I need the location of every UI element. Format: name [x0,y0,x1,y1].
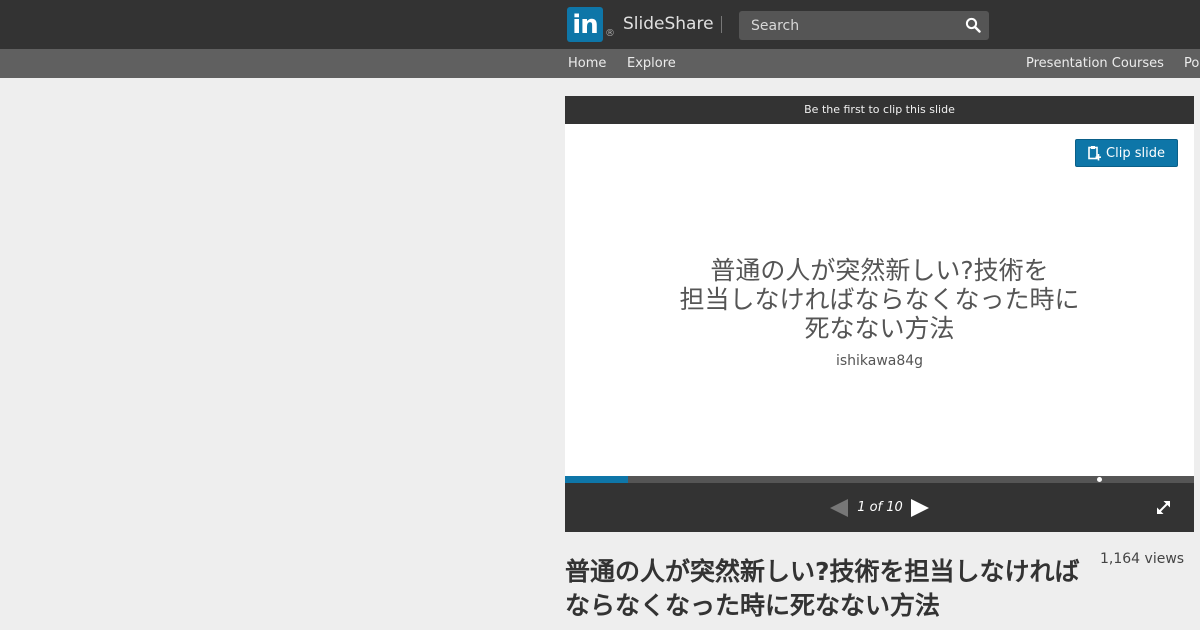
brand-divider [721,16,722,33]
progress-marker[interactable] [1097,477,1102,482]
clip-icon [1088,145,1102,160]
slide-author: ishikawa84g [835,353,924,369]
clip-banner: Be the first to clip this slide [565,96,1194,124]
player-controls: 1 of 10 [565,483,1194,532]
search-icon[interactable] [965,17,981,33]
brand-name[interactable]: SlideShare [623,14,714,34]
slide-view[interactable]: Clip slide 普通の人が突然新しい?技術を 担当しなければならなくなった… [565,124,1194,476]
progress-bar[interactable] [565,476,1194,483]
clip-slide-label: Clip slide [1106,145,1165,161]
view-count: 1,164 views [1100,551,1185,567]
nav-explore[interactable]: Explore [627,56,676,71]
registered-mark: ® [605,28,615,39]
nav-partial-item[interactable]: Po [1184,56,1199,71]
next-slide-button[interactable] [911,499,929,517]
slide-title: 普通の人が突然新しい?技術を 担当しなければならなくなった時に 死なない方法 [679,256,1080,343]
search-box [739,11,989,40]
fullscreen-icon[interactable] [1155,499,1172,516]
presentation-title: 普通の人が突然新しい?技術を担当しなければならなくなった時に死なない方法 [565,557,1080,620]
previous-slide-button[interactable] [830,499,848,517]
page-indicator: 1 of 10 [857,500,903,515]
linkedin-logo[interactable]: in [567,7,603,42]
progress-fill [565,476,628,483]
search-input[interactable] [739,11,963,40]
nav-home[interactable]: Home [568,56,606,71]
nav-presentation-courses[interactable]: Presentation Courses [1026,56,1164,71]
top-bar: in ® SlideShare [0,0,1200,49]
clip-slide-button[interactable]: Clip slide [1075,139,1178,167]
sub-navigation: Home Explore Presentation Courses Po [0,49,1200,78]
